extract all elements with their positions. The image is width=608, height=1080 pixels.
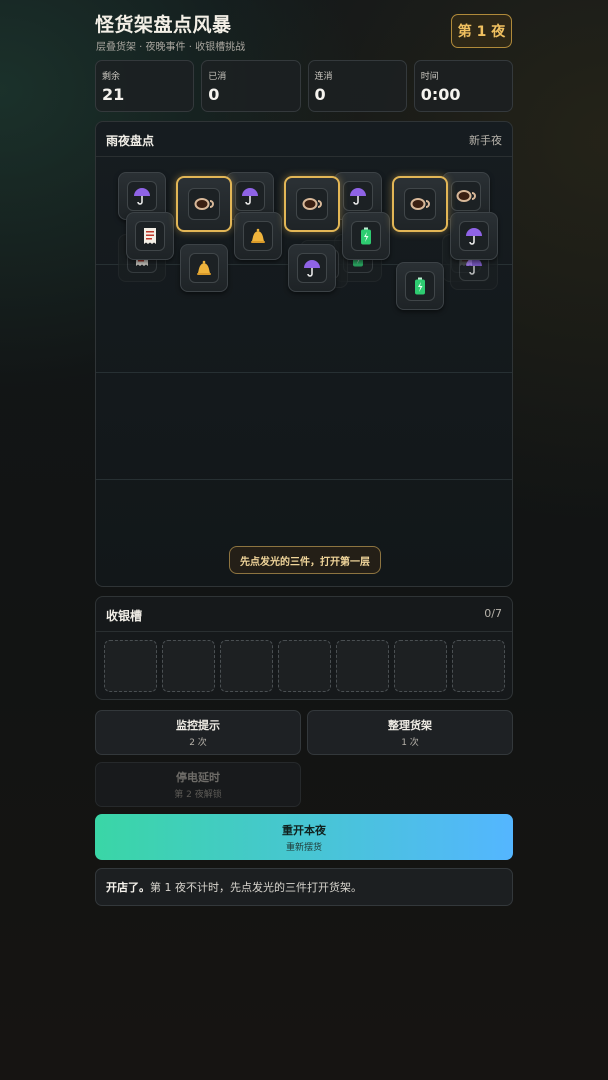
stats-bar: 剩余 21 已消 0 连消 0 时间 0:00	[95, 60, 513, 112]
shelf-divider	[96, 479, 512, 480]
shelf-tile[interactable]	[342, 212, 390, 260]
umbrella-icon	[343, 181, 373, 211]
power-delay-button[interactable]: 停电延时 第 2 夜解锁	[95, 762, 301, 807]
stat-combo: 连消 0	[307, 60, 407, 112]
event-log: 开店了。第 1 夜不计时，先点发光的三件打开货架。	[95, 868, 513, 906]
shelf-tile[interactable]	[288, 244, 336, 292]
tray-slot	[162, 640, 215, 692]
shelf-tile[interactable]	[234, 212, 282, 260]
stat-label: 连消	[314, 72, 333, 82]
bell-icon	[243, 221, 273, 251]
button-sub: 1 次	[401, 738, 419, 748]
stat-label: 已消	[208, 72, 227, 82]
coffee-icon	[296, 188, 328, 220]
hint-pill: 先点发光的三件，打开第一层	[229, 546, 381, 574]
board-mode: 新手夜	[469, 134, 502, 147]
tray-count: 0/7	[484, 607, 502, 620]
shelf-tile[interactable]	[126, 212, 174, 260]
stat-cleared: 已消 0	[201, 60, 301, 112]
button-sub: 2 次	[189, 738, 207, 748]
coffee-icon	[404, 188, 436, 220]
tray-slot	[104, 640, 157, 692]
stat-label: 剩余	[102, 72, 121, 82]
checkout-tray: 收银槽 0/7	[95, 596, 513, 700]
stat-label: 时间	[420, 72, 439, 82]
tidy-shelf-button[interactable]: 整理货架 1 次	[307, 710, 513, 755]
shelf-tile[interactable]	[392, 176, 448, 232]
tray-slots	[104, 640, 505, 692]
tray-slot	[220, 640, 273, 692]
shelf-tile[interactable]	[284, 176, 340, 232]
night-badge: 第 1 夜	[451, 14, 512, 48]
stat-value: 0	[314, 85, 326, 104]
tray-slot	[278, 640, 331, 692]
log-text: 第 1 夜不计时，先点发光的三件打开货架。	[150, 881, 362, 894]
board-header: 雨夜盘点 新手夜	[96, 122, 512, 157]
umbrella-icon	[235, 181, 265, 211]
umbrella-icon	[127, 181, 157, 211]
stat-value: 21	[102, 85, 125, 104]
button-label: 重开本夜	[282, 823, 326, 837]
page-subtitle: 层叠货架 · 夜晚事件 · 收银槽挑战	[96, 42, 246, 53]
shelf-tile[interactable]	[450, 212, 498, 260]
button-label: 停电延时	[176, 771, 220, 784]
shelf-divider	[96, 372, 512, 373]
tray-slot	[336, 640, 389, 692]
button-label: 整理货架	[388, 719, 432, 732]
coffee-icon	[188, 188, 220, 220]
shelf-tile[interactable]	[180, 244, 228, 292]
tray-header: 收银槽 0/7	[96, 597, 512, 632]
tray-title: 收银槽	[106, 609, 143, 623]
shelf-tile[interactable]	[396, 262, 444, 310]
button-sub: 重新摆货	[285, 842, 322, 853]
battery-icon	[351, 221, 381, 251]
stat-remaining: 剩余 21	[95, 60, 195, 112]
coffee-icon	[451, 181, 481, 211]
stat-value: 0	[208, 85, 220, 104]
monitor-hint-button[interactable]: 监控提示 2 次	[95, 710, 301, 755]
tray-slot	[452, 640, 505, 692]
shelf-tile[interactable]	[176, 176, 232, 232]
board-title: 雨夜盘点	[106, 134, 155, 148]
stat-value: 0:00	[420, 85, 461, 104]
bell-icon	[189, 253, 219, 283]
restart-night-button[interactable]: 重开本夜 重新摆货	[95, 814, 513, 860]
shelf-board: 雨夜盘点 新手夜 先点发光的三件，打开第一层	[95, 121, 513, 587]
umbrella-icon	[459, 221, 489, 251]
receipt-icon	[135, 221, 165, 251]
tray-slot	[394, 640, 447, 692]
battery-icon	[405, 271, 435, 301]
stat-time: 时间 0:00	[413, 60, 513, 112]
button-label: 监控提示	[176, 719, 220, 732]
page-title: 怪货架盘点风暴	[95, 14, 232, 36]
button-sub: 第 2 夜解锁	[174, 790, 222, 800]
umbrella-icon	[297, 253, 327, 283]
log-emphasis: 开店了。	[106, 881, 150, 894]
